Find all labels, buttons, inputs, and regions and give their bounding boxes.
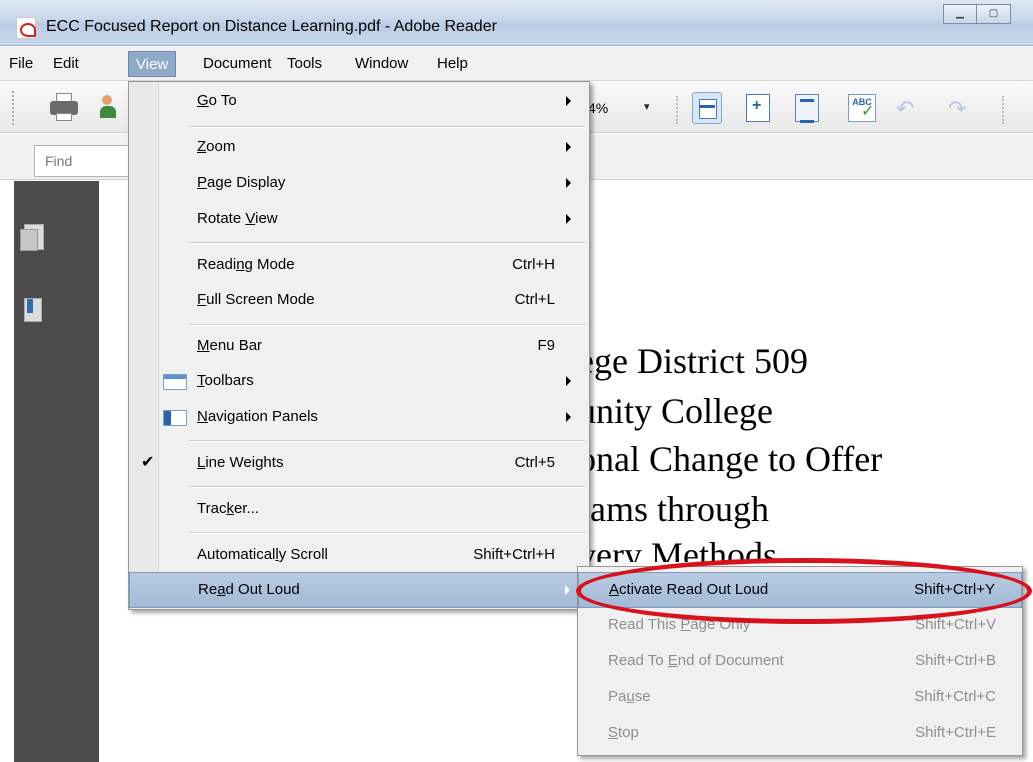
submenu-arrow-icon	[565, 585, 570, 595]
minimize-button[interactable]: ▁	[943, 4, 977, 24]
spell-check-icon[interactable]: ABC	[848, 94, 876, 122]
menu-separator	[189, 486, 585, 488]
print-icon[interactable]	[48, 91, 80, 123]
menu-separator	[189, 126, 585, 128]
adobe-pdf-icon	[16, 17, 36, 39]
menu-item-label: Toolbars	[197, 372, 254, 389]
submenu-arrow-icon	[566, 214, 571, 224]
navigation-panels-icon	[163, 410, 187, 426]
submenu-arrow-icon	[566, 178, 571, 188]
menu-item-automatically-scroll[interactable]: Automatically Scroll Shift+Ctrl+H	[129, 538, 589, 574]
menu-item-label: Stop	[608, 724, 639, 741]
menu-help[interactable]: Help	[430, 51, 475, 77]
bookmarks-panel-icon[interactable]	[24, 298, 42, 322]
menu-item-label: Reading Mode	[197, 256, 295, 273]
toolbar-separator	[1002, 96, 1004, 124]
zoom-level-input[interactable]: 4%	[588, 100, 608, 116]
menu-window[interactable]: Window	[348, 51, 415, 77]
menu-item-menu-bar[interactable]: Menu Bar F9	[129, 329, 589, 365]
menu-item-label: Line Weights	[197, 454, 284, 471]
menu-file[interactable]: File	[2, 51, 40, 77]
menu-shortcut: F9	[537, 337, 555, 354]
menu-item-full-screen-mode[interactable]: Full Screen Mode Ctrl+L	[129, 283, 589, 319]
menu-item-label: Page Display	[197, 174, 286, 191]
menu-separator	[189, 532, 585, 534]
window-title: ECC Focused Report on Distance Learning.…	[46, 18, 497, 35]
pages-panel-icon[interactable]	[20, 224, 44, 251]
toolbars-icon	[163, 374, 187, 390]
document-text-line: onal Change to Offer	[578, 439, 883, 479]
fit-page-icon[interactable]	[746, 94, 770, 122]
menu-item-stop[interactable]: Stop Shift+Ctrl+E	[578, 716, 1022, 752]
menu-shortcut: Shift+Ctrl+H	[473, 546, 555, 563]
menu-item-tracker[interactable]: Tracker...	[129, 492, 589, 528]
menu-separator	[189, 324, 585, 326]
menu-item-label: Rotate View	[197, 210, 278, 227]
menu-item-label: Go To	[197, 92, 237, 109]
toolbar-grip[interactable]	[12, 91, 16, 125]
checkmark-icon: ✔	[141, 454, 155, 471]
menu-bar: File Edit View Document Tools Window Hel…	[0, 47, 1033, 81]
menu-item-read-out-loud[interactable]: Read Out Loud	[129, 572, 589, 608]
menu-item-read-to-end-of-document[interactable]: Read To End of Document Shift+Ctrl+B	[578, 644, 1022, 680]
submenu-arrow-icon	[566, 142, 571, 152]
menu-item-label: Tracker...	[197, 500, 259, 517]
toolbar-separator	[676, 96, 678, 124]
menu-shortcut: Shift+Ctrl+B	[915, 652, 996, 669]
menu-item-activate-read-out-loud[interactable]: Activate Read Out Loud Shift+Ctrl+Y	[578, 572, 1022, 608]
menu-item-label: Full Screen Mode	[197, 291, 315, 308]
menu-item-go-to[interactable]: Go To	[129, 84, 589, 120]
menu-item-label: Zoom	[197, 138, 236, 155]
menu-item-zoom[interactable]: Zoom	[129, 130, 589, 166]
menu-tools[interactable]: Tools	[280, 51, 329, 77]
menu-item-label: Automatically Scroll	[197, 546, 328, 563]
navigation-panel	[14, 181, 99, 762]
menu-item-rotate-view[interactable]: Rotate View	[129, 202, 589, 238]
menu-item-label: Pause	[608, 688, 651, 705]
menu-item-line-weights[interactable]: ✔ Line Weights Ctrl+5	[129, 446, 589, 482]
menu-shortcut: Shift+Ctrl+C	[914, 688, 996, 705]
scrolling-mode-icon[interactable]	[795, 94, 819, 123]
menu-item-navigation-panels[interactable]: Navigation Panels	[129, 400, 589, 436]
undo-arrow-icon[interactable]: ↶	[896, 96, 914, 122]
menu-item-reading-mode[interactable]: Reading Mode Ctrl+H	[129, 248, 589, 284]
document-text-line: rams through	[578, 489, 769, 529]
redo-arrow-icon[interactable]: ↷	[948, 96, 966, 122]
submenu-arrow-icon	[566, 96, 571, 106]
menu-document[interactable]: Document	[196, 51, 278, 77]
menu-shortcut: Ctrl+L	[514, 291, 555, 308]
document-text-line: unity College	[578, 391, 773, 431]
menu-shortcut: Shift+Ctrl+Y	[914, 581, 995, 598]
fit-width-icon[interactable]	[692, 92, 722, 124]
submenu-arrow-icon	[566, 412, 571, 422]
menu-separator	[189, 440, 585, 442]
menu-item-read-this-page-only[interactable]: Read This Page Only Shift+Ctrl+V	[578, 608, 1022, 644]
menu-item-pause[interactable]: Pause Shift+Ctrl+C	[578, 680, 1022, 716]
menu-item-label: Read This Page Only	[608, 616, 751, 633]
menu-separator	[189, 242, 585, 244]
menu-shortcut: Shift+Ctrl+V	[915, 616, 996, 633]
menu-edit[interactable]: Edit	[46, 51, 86, 77]
window-controls: ▁ ▢	[943, 4, 1011, 26]
menu-item-page-display[interactable]: Page Display	[129, 166, 589, 202]
menu-shortcut: Ctrl+H	[512, 256, 555, 273]
menu-item-toolbars[interactable]: Toolbars	[129, 364, 589, 400]
maximize-button[interactable]: ▢	[977, 4, 1011, 24]
menu-item-label: Menu Bar	[197, 337, 263, 354]
menu-item-label: Read To End of Document	[608, 652, 784, 669]
menu-shortcut: Shift+Ctrl+E	[915, 724, 996, 741]
menu-view[interactable]: View	[128, 51, 177, 77]
title-bar: ECC Focused Report on Distance Learning.…	[0, 0, 1033, 46]
menu-item-label: Read Out Loud	[198, 581, 300, 598]
submenu-arrow-icon	[566, 376, 571, 386]
menu-item-label: Activate Read Out Loud	[609, 581, 769, 598]
zoom-dropdown-arrow[interactable]: ▾	[644, 100, 650, 113]
document-text-line: very Methods	[578, 535, 777, 562]
document-text-line: ege District 509	[578, 341, 808, 381]
menu-shortcut: Ctrl+5	[514, 454, 555, 471]
menu-item-label: Navigation Panels	[197, 408, 318, 425]
collaborate-icon[interactable]	[100, 91, 122, 123]
